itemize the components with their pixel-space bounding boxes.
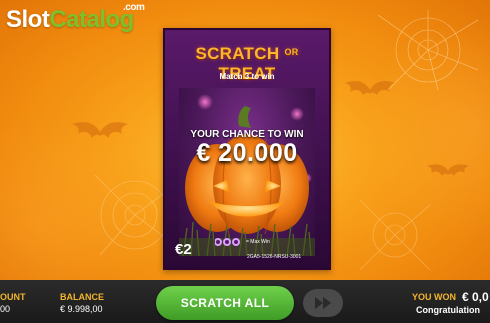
balance-value: € 9.998,00 xyxy=(60,304,103,314)
max-win-label: = Max Win xyxy=(246,239,270,245)
game-stage: SlotCatalog .com SCRATCH OR TREAT Match … xyxy=(0,0,490,280)
logo-com-text: .com xyxy=(123,2,145,13)
ticket-title-or: OR xyxy=(284,47,299,57)
spider-web-icon xyxy=(360,200,430,270)
prize-amount: € 20.000 xyxy=(196,139,298,167)
win-message: Congratulation xyxy=(416,305,480,315)
spider-web-icon xyxy=(378,10,478,90)
amount-value: 00 xyxy=(0,304,11,314)
auto-play-button[interactable] xyxy=(303,289,343,317)
ticket-subtitle: Match 3 to win xyxy=(219,72,275,81)
pumpkin-illustration xyxy=(179,94,315,256)
ticket-id: 2GA5-1526-NRSU-3001 xyxy=(247,254,302,260)
you-won-label: YOU WON xyxy=(412,292,456,302)
slotcatalog-logo: SlotCatalog .com xyxy=(6,3,145,33)
you-won-value: € 0,0 xyxy=(462,290,489,304)
scratch-all-button[interactable]: SCRATCH ALL xyxy=(156,286,294,320)
logo-slot-text: Slot xyxy=(6,6,50,33)
fast-forward-icon xyxy=(315,297,331,309)
bat-icon xyxy=(427,164,469,176)
logo-catalog-text: Catalog xyxy=(49,6,134,33)
balance-label: BALANCE xyxy=(60,292,104,302)
scratch-area[interactable]: YOUR CHANCE TO WIN € 20.000 xyxy=(179,88,315,256)
bat-icon xyxy=(72,122,128,138)
ticket-price: €2 xyxy=(175,241,192,258)
ticket-title-scratch: SCRATCH xyxy=(195,44,280,63)
scratch-ticket: SCRATCH OR TREAT Match 3 to win YOUR CHA… xyxy=(163,28,331,270)
amount-label: OUNT xyxy=(0,292,26,302)
